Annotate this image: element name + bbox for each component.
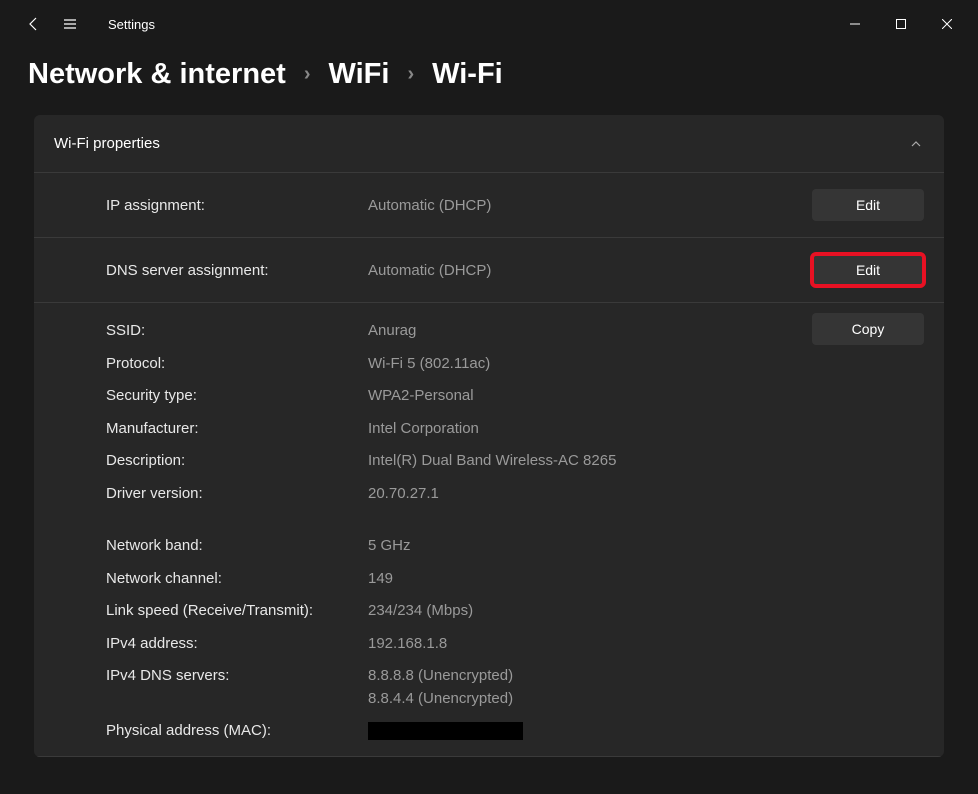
protocol-label: Protocol: (106, 353, 368, 376)
ip-assignment-row: IP assignment: Automatic (DHCP) Edit (34, 173, 944, 238)
band-value: 5 GHz (368, 535, 411, 558)
ipv4-row: IPv4 address: 192.168.1.8 (106, 628, 924, 661)
mac-value (368, 720, 523, 743)
titlebar: Settings (0, 0, 978, 48)
channel-value: 149 (368, 568, 393, 591)
redacted-block (368, 722, 523, 740)
linkspeed-row: Link speed (Receive/Transmit): 234/234 (… (106, 595, 924, 628)
mac-label: Physical address (MAC): (106, 720, 368, 743)
manufacturer-value: Intel Corporation (368, 418, 479, 441)
linkspeed-label: Link speed (Receive/Transmit): (106, 600, 368, 623)
description-row: Description: Intel(R) Dual Band Wireless… (106, 445, 924, 478)
chevron-up-icon (908, 136, 924, 152)
linkspeed-value: 234/234 (Mbps) (368, 600, 473, 623)
dns-assignment-row: DNS server assignment: Automatic (DHCP) … (34, 238, 944, 303)
description-label: Description: (106, 450, 368, 473)
protocol-row: Protocol: Wi-Fi 5 (802.11ac) (106, 348, 924, 381)
driver-row: Driver version: 20.70.27.1 (106, 478, 924, 511)
chevron-right-icon: › (407, 63, 414, 86)
band-label: Network band: (106, 535, 368, 558)
dns-row: IPv4 DNS servers: 8.8.8.8 (Unencrypted) … (106, 660, 924, 715)
panel-header[interactable]: Wi-Fi properties (34, 115, 944, 173)
dns-assignment-value: Automatic (DHCP) (368, 262, 812, 279)
dns-label: IPv4 DNS servers: (106, 665, 368, 710)
breadcrumb: Network & internet › WiFi › Wi-Fi (0, 48, 978, 115)
close-button[interactable] (924, 8, 970, 40)
driver-label: Driver version: (106, 483, 368, 506)
breadcrumb-current: Wi-Fi (432, 58, 503, 91)
description-value: Intel(R) Dual Band Wireless-AC 8265 (368, 450, 616, 473)
security-value: WPA2-Personal (368, 385, 474, 408)
minimize-button[interactable] (832, 8, 878, 40)
dns-value: 8.8.8.8 (Unencrypted) 8.8.4.4 (Unencrypt… (368, 665, 513, 710)
chevron-right-icon: › (304, 63, 311, 86)
ipv4-value: 192.168.1.8 (368, 633, 447, 656)
channel-label: Network channel: (106, 568, 368, 591)
driver-value: 20.70.27.1 (368, 483, 439, 506)
back-icon[interactable] (24, 14, 44, 34)
security-label: Security type: (106, 385, 368, 408)
edit-ip-button[interactable]: Edit (812, 189, 924, 221)
ip-assignment-value: Automatic (DHCP) (368, 197, 812, 214)
edit-dns-button[interactable]: Edit (812, 254, 924, 286)
app-title: Settings (108, 17, 155, 32)
details-section: Copy SSID: Anurag Protocol: Wi-Fi 5 (802… (34, 303, 944, 757)
manufacturer-row: Manufacturer: Intel Corporation (106, 413, 924, 446)
maximize-button[interactable] (878, 8, 924, 40)
ssid-value: Anurag (368, 320, 416, 343)
mac-row: Physical address (MAC): (106, 715, 924, 748)
ssid-label: SSID: (106, 320, 368, 343)
security-row: Security type: WPA2-Personal (106, 380, 924, 413)
channel-row: Network channel: 149 (106, 563, 924, 596)
panel-title: Wi-Fi properties (54, 135, 160, 152)
band-row: Network band: 5 GHz (106, 530, 924, 563)
breadcrumb-network[interactable]: Network & internet (28, 58, 286, 91)
ssid-row: SSID: Anurag (106, 315, 924, 348)
breadcrumb-wifi[interactable]: WiFi (329, 58, 390, 91)
protocol-value: Wi-Fi 5 (802.11ac) (368, 353, 490, 376)
copy-button[interactable]: Copy (812, 313, 924, 345)
menu-icon[interactable] (60, 14, 80, 34)
dns-assignment-label: DNS server assignment: (106, 262, 368, 279)
ip-assignment-label: IP assignment: (106, 197, 368, 214)
manufacturer-label: Manufacturer: (106, 418, 368, 441)
ipv4-label: IPv4 address: (106, 633, 368, 656)
wifi-properties-panel: Wi-Fi properties IP assignment: Automati… (34, 115, 944, 757)
